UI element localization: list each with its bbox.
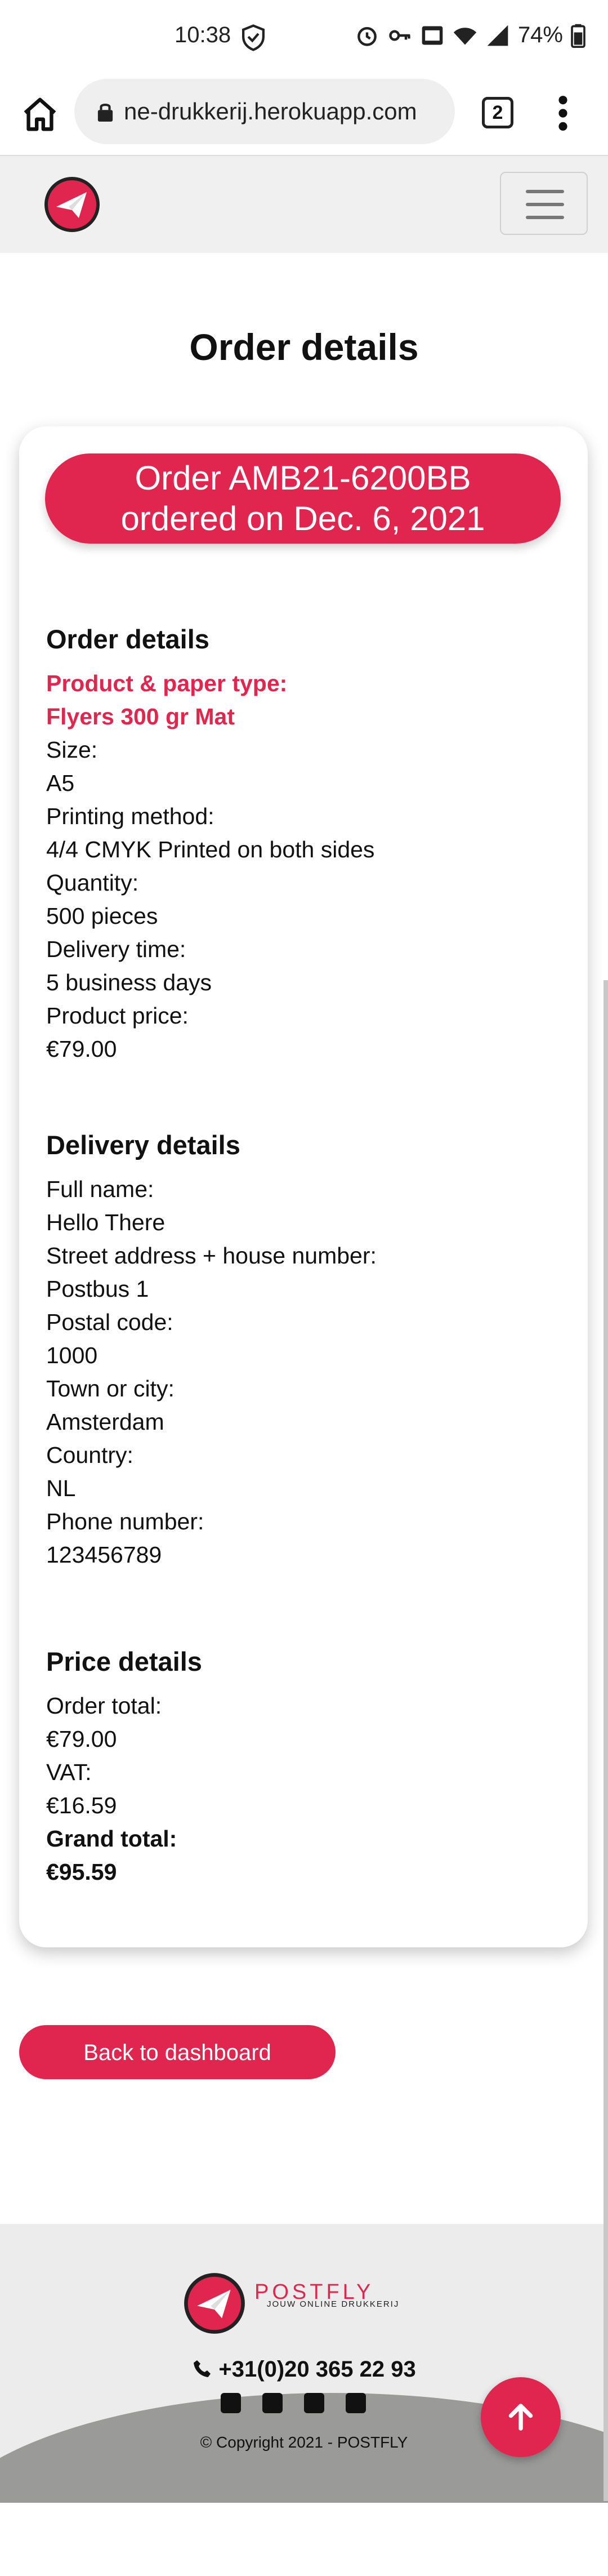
section-heading: Delivery details bbox=[46, 1130, 240, 1160]
phone-icon bbox=[194, 2360, 211, 2377]
delivery-details-section: Delivery details Full name: Hello There … bbox=[46, 1129, 553, 1572]
hamburger-bar bbox=[526, 190, 564, 193]
product-value: Flyers 300 gr Mat bbox=[46, 704, 235, 729]
volte-icon bbox=[422, 26, 443, 45]
shield-icon bbox=[242, 24, 265, 51]
quantity-value: 500 pieces bbox=[46, 903, 158, 929]
size-value: A5 bbox=[46, 770, 75, 796]
order-header-badge: Order AMB21-6200BB ordered on Dec. 6, 20… bbox=[45, 453, 561, 544]
scroll-to-top-button[interactable] bbox=[481, 2377, 561, 2457]
section-heading: Price details bbox=[46, 1647, 202, 1676]
product-price-value: €79.00 bbox=[46, 1036, 117, 1062]
vat-value: €16.59 bbox=[46, 1792, 117, 1818]
order-number: Order AMB21-6200BB bbox=[135, 459, 471, 497]
site-footer: POSTFLY JOUW ONLINE DRUKKERIJ +31(0)20 3… bbox=[0, 2224, 608, 2503]
site-navbar bbox=[0, 155, 608, 253]
arrow-up-icon bbox=[508, 2404, 533, 2431]
page-title: Order details bbox=[189, 326, 419, 368]
order-details-section: Order details Product & paper type: Flye… bbox=[46, 624, 553, 1066]
phone-label: Phone number: bbox=[46, 1509, 204, 1534]
url-text: ne-drukkerij.herokuapp.com bbox=[124, 98, 417, 124]
status-bar: 10:38 74% bbox=[0, 0, 608, 73]
envelope-icon[interactable] bbox=[221, 2393, 241, 2413]
wifi-icon bbox=[453, 27, 477, 45]
back-to-dashboard-button[interactable]: Back to dashboard bbox=[19, 2025, 336, 2079]
linkedin-icon[interactable] bbox=[346, 2393, 366, 2413]
order-card: Order AMB21-6200BB ordered on Dec. 6, 20… bbox=[19, 426, 588, 1947]
page-scrollbar[interactable] bbox=[603, 980, 608, 2501]
footer-phone-number: +31(0)20 365 22 93 bbox=[218, 2357, 416, 2382]
grand-total-label: Grand total: bbox=[46, 1826, 177, 1852]
full-name-label: Full name: bbox=[46, 1176, 154, 1202]
home-icon[interactable] bbox=[20, 95, 60, 134]
street-label: Street address + house number: bbox=[46, 1243, 377, 1269]
full-name-value: Hello There bbox=[46, 1209, 166, 1235]
hamburger-bar bbox=[526, 203, 564, 206]
country-label: Country: bbox=[46, 1442, 133, 1468]
country-value: NL bbox=[46, 1475, 76, 1501]
paper-plane-icon[interactable] bbox=[44, 176, 100, 233]
delivery-time-value: 5 business days bbox=[46, 969, 212, 995]
order-total-value: €79.00 bbox=[46, 1726, 117, 1752]
order-date: ordered on Dec. 6, 2021 bbox=[120, 500, 485, 537]
paper-plane-icon[interactable] bbox=[184, 2272, 245, 2334]
product-price-label: Product price: bbox=[46, 1003, 189, 1029]
tab-switcher-button[interactable]: 2 bbox=[482, 97, 513, 128]
hamburger-bar bbox=[526, 216, 564, 219]
postal-code-label: Postal code: bbox=[46, 1309, 173, 1335]
status-icons: 74% bbox=[355, 23, 585, 48]
city-value: Amsterdam bbox=[46, 1409, 164, 1435]
alarm-icon bbox=[357, 26, 377, 46]
postal-code-value: 1000 bbox=[46, 1342, 98, 1368]
printing-method-value: 4/4 CMYK Printed on both sides bbox=[46, 837, 375, 862]
browser-toolbar: ne-drukkerij.herokuapp.com 2 bbox=[0, 73, 608, 152]
more-vert-icon[interactable] bbox=[552, 94, 574, 133]
section-heading: Order details bbox=[46, 624, 209, 654]
menu-toggle-button[interactable] bbox=[500, 172, 588, 235]
delivery-time-label: Delivery time: bbox=[46, 936, 186, 962]
quantity-label: Quantity: bbox=[46, 870, 139, 896]
battery-percent: 74% bbox=[517, 23, 563, 47]
signal-icon bbox=[487, 25, 508, 46]
street-value: Postbus 1 bbox=[46, 1276, 149, 1302]
printing-method-label: Printing method: bbox=[46, 803, 214, 829]
grand-total-value: €95.59 bbox=[46, 1859, 117, 1885]
order-total-label: Order total: bbox=[46, 1693, 162, 1719]
city-label: Town or city: bbox=[46, 1376, 175, 1402]
product-label: Product & paper type: bbox=[46, 670, 288, 696]
social-links bbox=[221, 2393, 366, 2413]
address-bar[interactable]: ne-drukkerij.herokuapp.com bbox=[74, 79, 455, 144]
footer-tagline: JOUW ONLINE DRUKKERIJ bbox=[267, 2299, 400, 2309]
instagram-icon[interactable] bbox=[304, 2393, 324, 2413]
facebook-icon[interactable] bbox=[262, 2393, 283, 2413]
key-icon bbox=[389, 29, 410, 41]
size-label: Size: bbox=[46, 737, 98, 763]
vat-label: VAT: bbox=[46, 1759, 92, 1785]
lock-icon bbox=[97, 104, 113, 122]
phone-value: 123456789 bbox=[46, 1542, 162, 1568]
battery-icon bbox=[571, 24, 585, 48]
status-time: 10:38 bbox=[175, 23, 231, 47]
price-details-section: Price details Order total: €79.00 VAT: €… bbox=[46, 1646, 553, 1889]
